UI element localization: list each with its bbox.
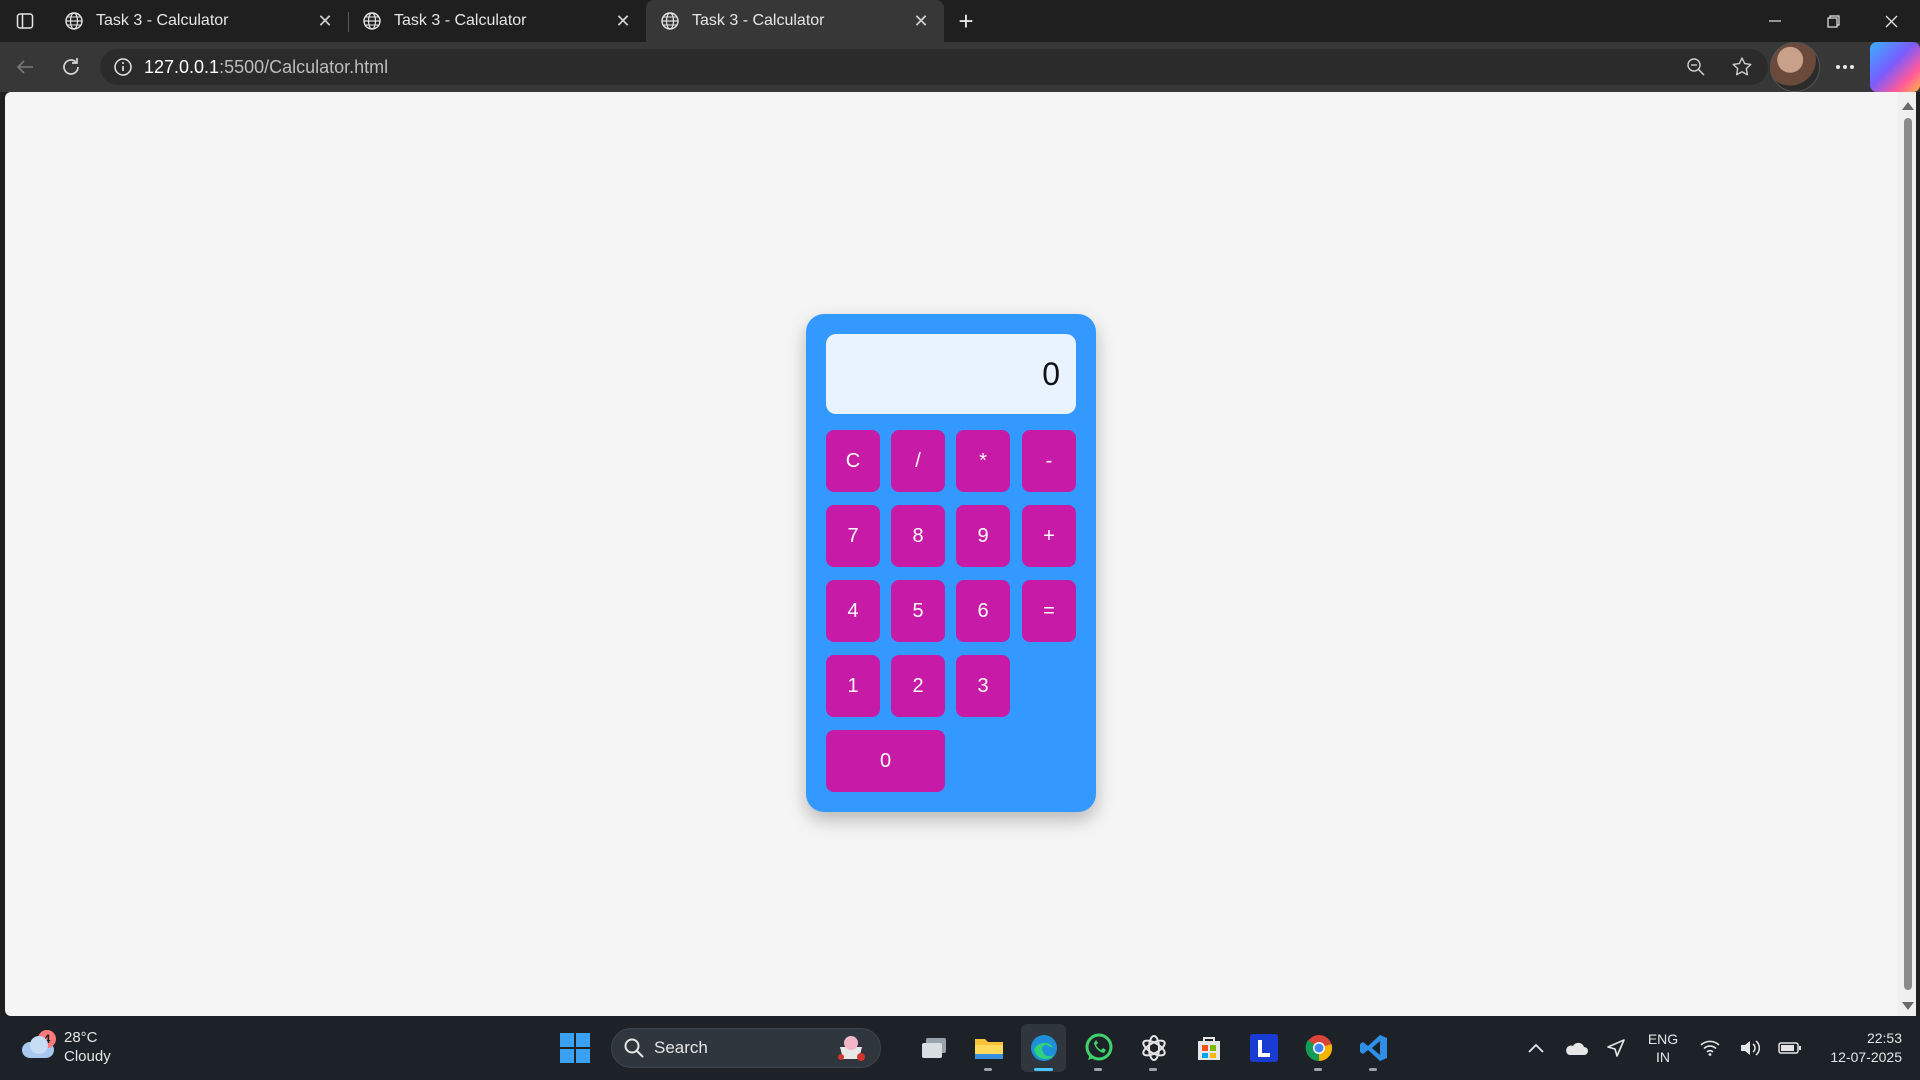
battery-icon[interactable] bbox=[1770, 1041, 1810, 1055]
task-view-icon[interactable] bbox=[911, 1024, 956, 1072]
page-viewport: 0 C / * - 7 8 9 + 4 5 6 = 1 2 3 0 bbox=[5, 92, 1898, 1016]
browser-toolbar: 127.0.0.1:5500/Calculator.html bbox=[0, 42, 1920, 92]
globe-icon bbox=[363, 12, 381, 30]
clock-date: 12-07-2025 bbox=[1830, 1049, 1902, 1065]
taskbar-clock[interactable]: 22:53 12-07-2025 bbox=[1810, 1029, 1920, 1067]
chrome-icon[interactable] bbox=[1296, 1024, 1341, 1072]
scroll-up-arrow-icon[interactable] bbox=[1902, 102, 1914, 110]
system-tray: ENG IN 22:53 12-07-2025 bbox=[1516, 1016, 1920, 1080]
back-arrow-icon[interactable] bbox=[2, 47, 48, 87]
close-window-icon[interactable] bbox=[1862, 0, 1920, 42]
key-add[interactable]: + bbox=[1022, 505, 1076, 567]
vscode-icon[interactable] bbox=[1351, 1024, 1396, 1072]
url-path: :5500/Calculator.html bbox=[219, 56, 389, 77]
copilot-logo bbox=[1870, 42, 1920, 92]
taskbar-search[interactable]: Search bbox=[611, 1028, 881, 1068]
calculator: 0 C / * - 7 8 9 + 4 5 6 = 1 2 3 0 bbox=[806, 314, 1096, 812]
refresh-icon[interactable] bbox=[48, 47, 94, 87]
taskbar: 4 28°C Cloudy Search ENG IN 22:53 12-07-… bbox=[0, 1016, 1920, 1080]
key-9[interactable]: 9 bbox=[956, 505, 1010, 567]
language-line1: ENG bbox=[1647, 1031, 1679, 1047]
language-line2: IN bbox=[1656, 1049, 1670, 1065]
running-indicator bbox=[1149, 1068, 1157, 1071]
close-tab-icon[interactable]: ✕ bbox=[912, 11, 930, 31]
key-8[interactable]: 8 bbox=[891, 505, 945, 567]
weather-widget[interactable]: 4 28°C Cloudy bbox=[20, 1028, 111, 1066]
key-0[interactable]: 0 bbox=[826, 730, 945, 792]
tab-title: Task 3 - Calculator bbox=[394, 12, 527, 29]
tab-1[interactable]: Task 3 - Calculator ✕ bbox=[50, 0, 348, 42]
zoom-out-icon[interactable] bbox=[1684, 55, 1708, 79]
globe-icon bbox=[661, 12, 679, 30]
vertical-scrollbar[interactable] bbox=[1898, 92, 1916, 1016]
weather-condition: Cloudy bbox=[64, 1048, 111, 1065]
sidebar-toggle-icon[interactable] bbox=[0, 0, 50, 42]
running-indicator bbox=[1314, 1068, 1322, 1071]
profile-avatar[interactable] bbox=[1770, 42, 1820, 92]
language-indicator[interactable]: ENG IN bbox=[1636, 1030, 1690, 1066]
key-4[interactable]: 4 bbox=[826, 580, 880, 642]
close-tab-icon[interactable]: ✕ bbox=[316, 11, 334, 31]
url-host: 127.0.0.1 bbox=[144, 56, 220, 77]
site-info-icon[interactable] bbox=[112, 56, 134, 78]
running-indicator bbox=[1369, 1068, 1377, 1071]
key-1[interactable]: 1 bbox=[826, 655, 880, 717]
location-arrow-icon[interactable] bbox=[1596, 1038, 1636, 1058]
file-explorer-icon[interactable] bbox=[966, 1024, 1011, 1072]
chevron-up-icon[interactable] bbox=[1516, 1043, 1556, 1053]
key-7[interactable]: 7 bbox=[826, 505, 880, 567]
key-clear[interactable]: C bbox=[826, 430, 880, 492]
search-label: Search bbox=[654, 1038, 708, 1057]
whatsapp-icon[interactable] bbox=[1076, 1024, 1121, 1072]
copilot-icon[interactable] bbox=[1870, 42, 1920, 92]
tab-title: Task 3 - Calculator bbox=[96, 12, 229, 29]
close-tab-icon[interactable]: ✕ bbox=[614, 11, 632, 31]
start-button[interactable] bbox=[552, 1024, 597, 1072]
windows-logo-icon bbox=[559, 1033, 590, 1063]
cloud-icon: 4 bbox=[20, 1030, 56, 1060]
address-bar[interactable]: 127.0.0.1:5500/Calculator.html bbox=[100, 49, 1768, 85]
avatar bbox=[1770, 42, 1820, 92]
favorite-star-icon[interactable] bbox=[1730, 55, 1754, 79]
search-highlight-icon bbox=[838, 1036, 865, 1061]
new-tab-icon[interactable]: + bbox=[944, 0, 988, 42]
window-controls bbox=[1746, 0, 1920, 42]
edge-browser-icon[interactable] bbox=[1021, 1024, 1066, 1072]
key-equals[interactable]: = bbox=[1022, 580, 1076, 642]
clock-time: 22:53 bbox=[1866, 1030, 1902, 1046]
key-3[interactable]: 3 bbox=[956, 655, 1010, 717]
more-menu-icon[interactable] bbox=[1820, 42, 1870, 92]
running-indicator bbox=[1034, 1068, 1053, 1071]
restore-icon[interactable] bbox=[1804, 0, 1862, 42]
wifi-icon[interactable] bbox=[1690, 1040, 1730, 1056]
scroll-down-arrow-icon[interactable] bbox=[1902, 1002, 1914, 1010]
key-divide[interactable]: / bbox=[891, 430, 945, 492]
key-2[interactable]: 2 bbox=[891, 655, 945, 717]
l-app-icon[interactable] bbox=[1241, 1024, 1286, 1072]
calculator-display: 0 bbox=[826, 334, 1076, 414]
key-subtract[interactable]: - bbox=[1022, 430, 1076, 492]
running-indicator bbox=[984, 1068, 992, 1071]
search-icon bbox=[624, 1038, 644, 1058]
title-bar: Task 3 - Calculator ✕ Task 3 - Calculato… bbox=[0, 0, 1920, 42]
globe-icon bbox=[65, 12, 83, 30]
running-indicator bbox=[1094, 1068, 1102, 1071]
chatgpt-icon[interactable] bbox=[1131, 1024, 1176, 1072]
minimize-icon[interactable] bbox=[1746, 0, 1804, 42]
scroll-thumb[interactable] bbox=[1904, 118, 1912, 990]
key-5[interactable]: 5 bbox=[891, 580, 945, 642]
key-multiply[interactable]: * bbox=[956, 430, 1010, 492]
tab-2[interactable]: Task 3 - Calculator ✕ bbox=[348, 0, 646, 42]
key-6[interactable]: 6 bbox=[956, 580, 1010, 642]
onedrive-cloud-icon[interactable] bbox=[1556, 1040, 1596, 1056]
tab-title: Task 3 - Calculator bbox=[692, 12, 825, 29]
weather-badge: 4 bbox=[38, 1030, 56, 1048]
microsoft-store-icon[interactable] bbox=[1186, 1024, 1231, 1072]
volume-icon[interactable] bbox=[1730, 1039, 1770, 1057]
tab-3-active[interactable]: Task 3 - Calculator ✕ bbox=[646, 0, 944, 42]
weather-temp: 28°C bbox=[64, 1029, 98, 1046]
